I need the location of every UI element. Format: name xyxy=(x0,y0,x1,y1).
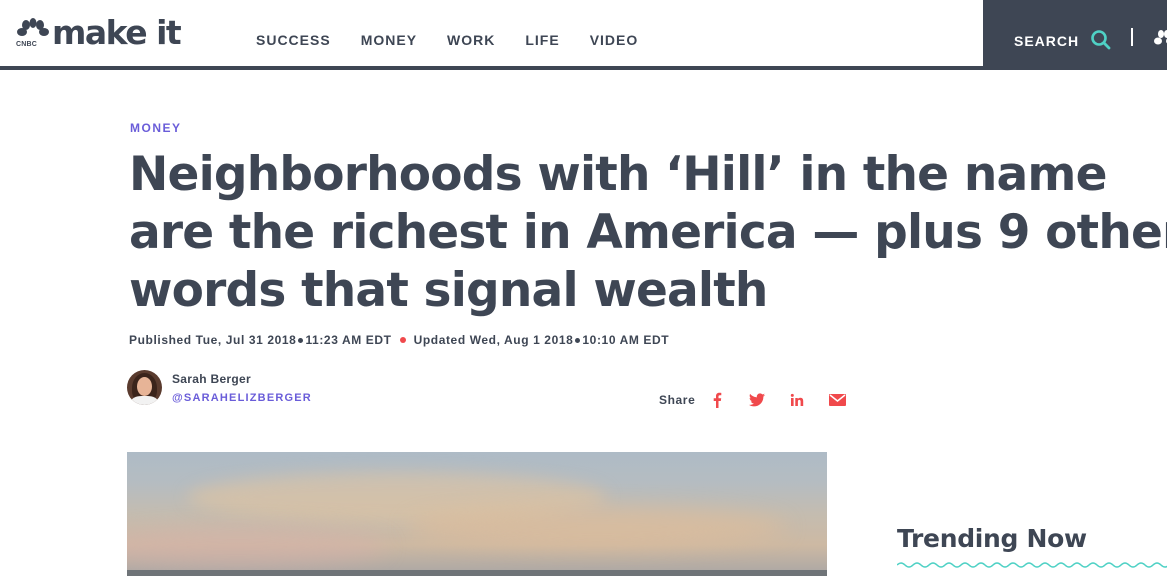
site-logo[interactable]: CNBC make it xyxy=(16,13,182,52)
main-nav: SUCCESS MONEY WORK LIFE VIDEO xyxy=(256,32,668,48)
author-byline: Sarah Berger @SARAHELIZBERGER xyxy=(127,370,312,405)
separator-dot xyxy=(298,337,304,343)
peacock-icon: CNBC xyxy=(16,18,50,48)
facebook-icon[interactable] xyxy=(707,391,727,409)
trending-now-heading: Trending Now xyxy=(897,524,1087,553)
logo-network-label: CNBC xyxy=(16,41,38,48)
author-avatar[interactable] xyxy=(127,370,162,405)
published-date: Published Tue, Jul 31 2018 xyxy=(129,333,297,347)
site-header: CNBC make it SUCCESS MONEY WORK LIFE VID… xyxy=(0,0,1167,70)
nav-item-money[interactable]: MONEY xyxy=(361,32,417,48)
linkedin-icon[interactable] xyxy=(787,391,807,409)
share-bar: Share xyxy=(659,391,867,409)
search-button[interactable]: SEARCH xyxy=(1014,33,1079,49)
author-twitter-handle[interactable]: @SARAHELIZBERGER xyxy=(172,392,312,404)
separator-red-dot xyxy=(399,337,406,343)
nav-item-work[interactable]: WORK xyxy=(447,32,495,48)
article-dateline: Published Tue, Jul 31 2018 11:23 AM EDT … xyxy=(129,333,669,347)
search-icon[interactable] xyxy=(1090,29,1112,56)
divider xyxy=(1131,28,1133,46)
article-hero-image xyxy=(127,452,827,576)
updated-time: 10:10 AM EDT xyxy=(582,333,670,347)
separator-dot xyxy=(575,337,581,343)
nav-item-video[interactable]: VIDEO xyxy=(590,32,639,48)
author-name[interactable]: Sarah Berger xyxy=(172,372,312,386)
updated-date: Updated Wed, Aug 1 2018 xyxy=(413,333,574,347)
logo-wordmark: make it xyxy=(52,13,182,52)
nav-item-success[interactable]: SUCCESS xyxy=(256,32,331,48)
email-icon[interactable] xyxy=(827,391,847,409)
cnbc-peacock-icon[interactable] xyxy=(1154,28,1167,50)
twitter-icon[interactable] xyxy=(747,391,767,409)
share-label: Share xyxy=(659,393,696,407)
nav-item-life[interactable]: LIFE xyxy=(525,32,559,48)
article-section-label[interactable]: MONEY xyxy=(130,121,182,135)
search-bar: SEARCH xyxy=(983,0,1167,70)
published-time: 11:23 AM EDT xyxy=(305,333,392,347)
wave-divider xyxy=(897,562,1167,568)
article-headline: Neighborhoods with ‘Hill’ in the name ar… xyxy=(129,147,1167,318)
